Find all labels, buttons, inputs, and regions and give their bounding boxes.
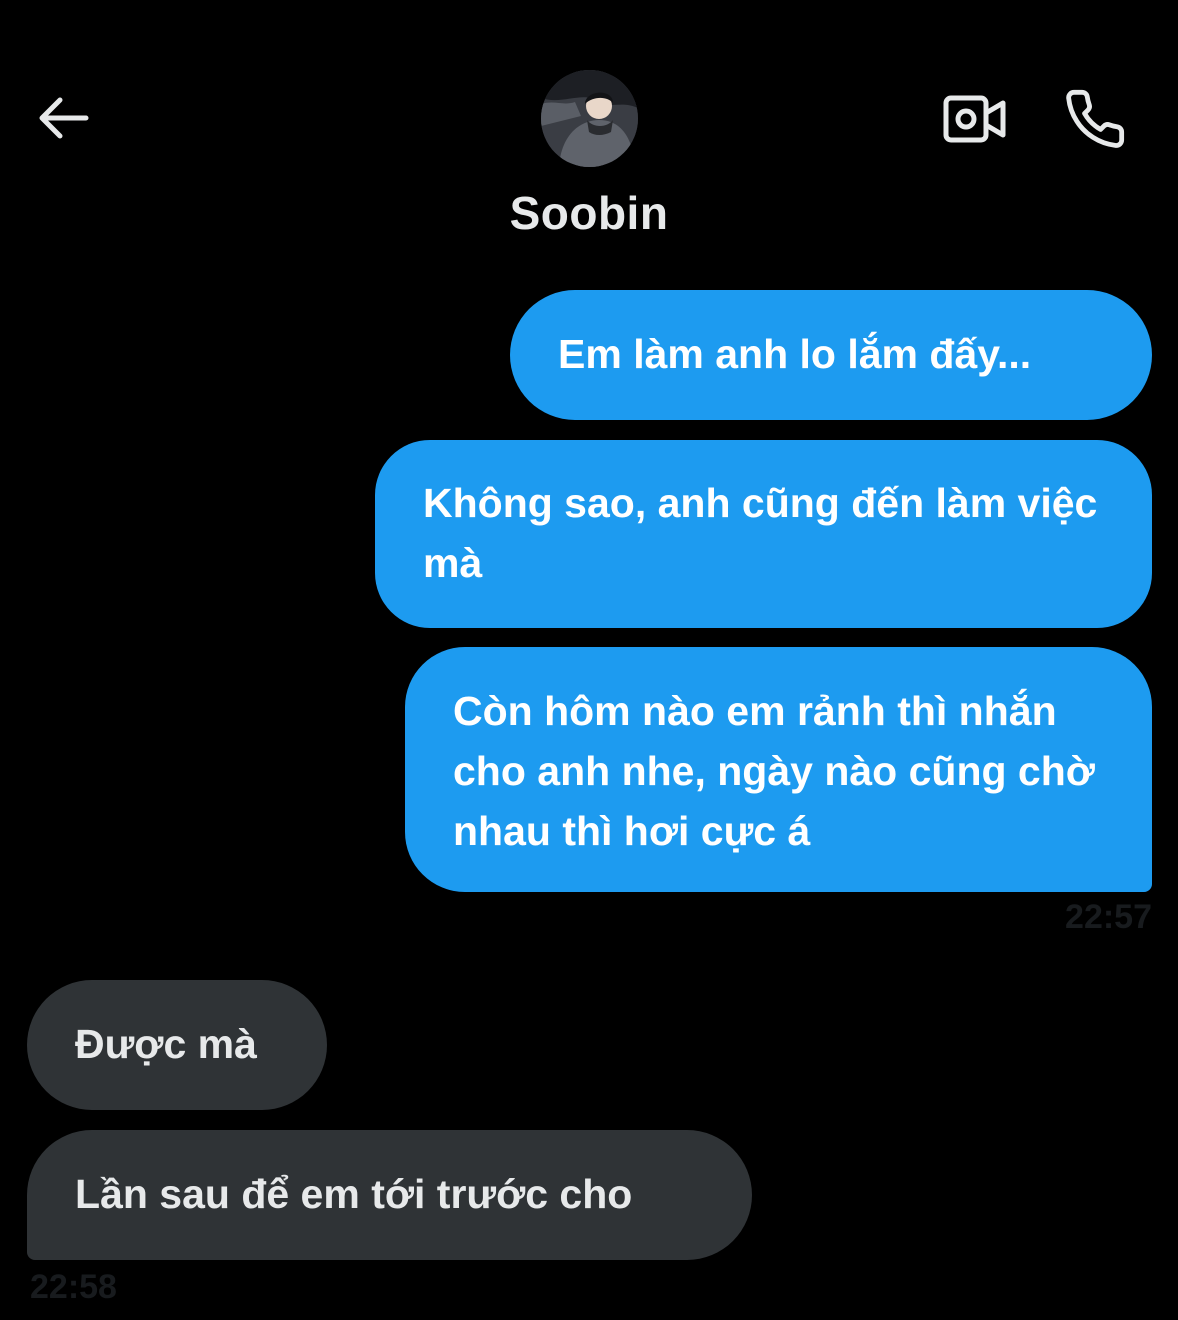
voice-call-button[interactable] (1058, 82, 1132, 156)
avatar-photo (541, 70, 638, 167)
arrow-left-icon (39, 97, 89, 139)
conversation-header: Soobin (0, 0, 1178, 260)
incoming-message[interactable]: Được mà (27, 980, 327, 1110)
outgoing-message[interactable]: Không sao, anh cũng đến làm việc mà (375, 440, 1152, 628)
contact-name: Soobin (509, 187, 669, 239)
avatar[interactable] (541, 70, 638, 167)
message-timestamp: 22:57 (1065, 898, 1152, 936)
incoming-message[interactable]: Lần sau để em tới trước cho (27, 1130, 752, 1260)
outgoing-message[interactable]: Còn hôm nào em rảnh thì nhắn cho anh nhe… (405, 647, 1152, 892)
video-call-button[interactable] (940, 90, 1010, 148)
video-camera-icon (943, 95, 1006, 143)
outgoing-message[interactable]: Em làm anh lo lắm đấy... (510, 290, 1152, 420)
message-timestamp: 22:58 (30, 1268, 117, 1306)
phone-icon (1066, 89, 1125, 148)
back-button[interactable] (30, 88, 94, 148)
